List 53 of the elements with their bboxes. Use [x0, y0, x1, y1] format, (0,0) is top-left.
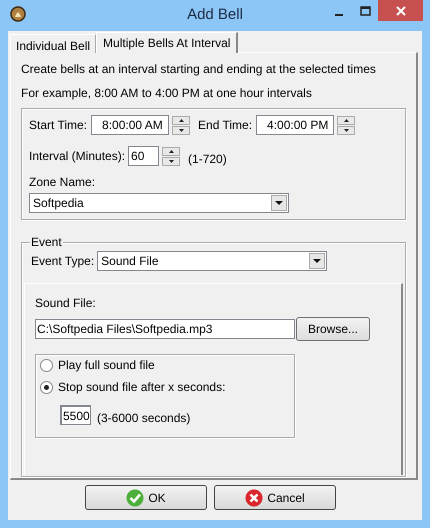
radio-button[interactable]	[40, 380, 53, 394]
field-label: Zone Name:	[29, 175, 96, 189]
cancel-button[interactable]: Cancel	[214, 485, 336, 510]
dropdown-button[interactable]	[309, 253, 326, 269]
minimize-icon	[335, 14, 343, 16]
zone-dropdown[interactable]: Softpedia	[29, 193, 289, 213]
spin-down-button[interactable]	[162, 156, 180, 166]
spin-down-button[interactable]	[337, 126, 356, 134]
range-hint: (3-6000 seconds)	[97, 410, 190, 427]
combo-value: Softpedia	[33, 195, 85, 212]
arrow-down-icon	[344, 128, 349, 132]
dropdown-button[interactable]	[271, 195, 287, 211]
browse-button[interactable]: Browse...	[296, 317, 370, 341]
interval-field[interactable]: 60	[128, 146, 160, 166]
caret-icon	[313, 259, 322, 263]
close-button[interactable]	[378, 0, 423, 21]
spin-up-button[interactable]	[162, 146, 180, 156]
radio-option[interactable]: Play full sound file	[40, 358, 290, 372]
tab[interactable]: Multiple Bells At Interval	[96, 32, 238, 53]
range-hint: (1-720)	[188, 151, 227, 168]
arrow-down-icon	[168, 160, 174, 162]
field-label: Event Type:	[31, 253, 94, 270]
bell-icon	[9, 5, 27, 23]
check-icon	[126, 488, 144, 506]
cross-icon	[245, 488, 264, 506]
event-type-dropdown[interactable]: Sound File	[97, 251, 328, 271]
tab[interactable]: Individual Bell	[10, 34, 96, 53]
maximize-icon	[360, 6, 370, 16]
start-time-field[interactable]: 8:00:00 AM	[91, 115, 170, 135]
close-icon	[396, 6, 406, 16]
radio-option[interactable]: Stop sound file after x seconds:	[40, 380, 290, 394]
spin-down-button[interactable]	[172, 126, 190, 134]
group-title: Event	[30, 235, 63, 249]
sound-file-field[interactable]: C:\Softpedia Files\Softpedia.mp3	[35, 319, 295, 339]
window-title: Add Bell	[186, 5, 244, 25]
radio-button[interactable]	[40, 358, 53, 372]
end-time-field[interactable]: 4:00:00 PM	[256, 115, 334, 135]
description-text: Create bells at an interval starting and ending at the selected times	[21, 62, 377, 76]
spin-up-button[interactable]	[172, 116, 190, 124]
arrow-up-icon	[344, 118, 349, 122]
ok-button[interactable]: OK	[85, 485, 207, 510]
description-text: For example, 8:00 AM to 4:00 PM at one hour intervals	[21, 86, 313, 100]
combo-value: Sound File	[101, 253, 160, 270]
spin-up-button[interactable]	[337, 116, 356, 124]
arrow-up-icon	[178, 118, 184, 122]
field-label: Start Time:	[29, 117, 88, 134]
arrow-down-icon	[178, 128, 184, 132]
field-label: Sound File:	[35, 296, 97, 310]
seconds-field[interactable]: 5500	[60, 405, 91, 425]
caret-icon	[275, 201, 283, 205]
arrow-up-icon	[168, 150, 174, 152]
field-label: End Time:	[198, 117, 252, 134]
field-label: Interval (Minutes):	[29, 148, 126, 165]
